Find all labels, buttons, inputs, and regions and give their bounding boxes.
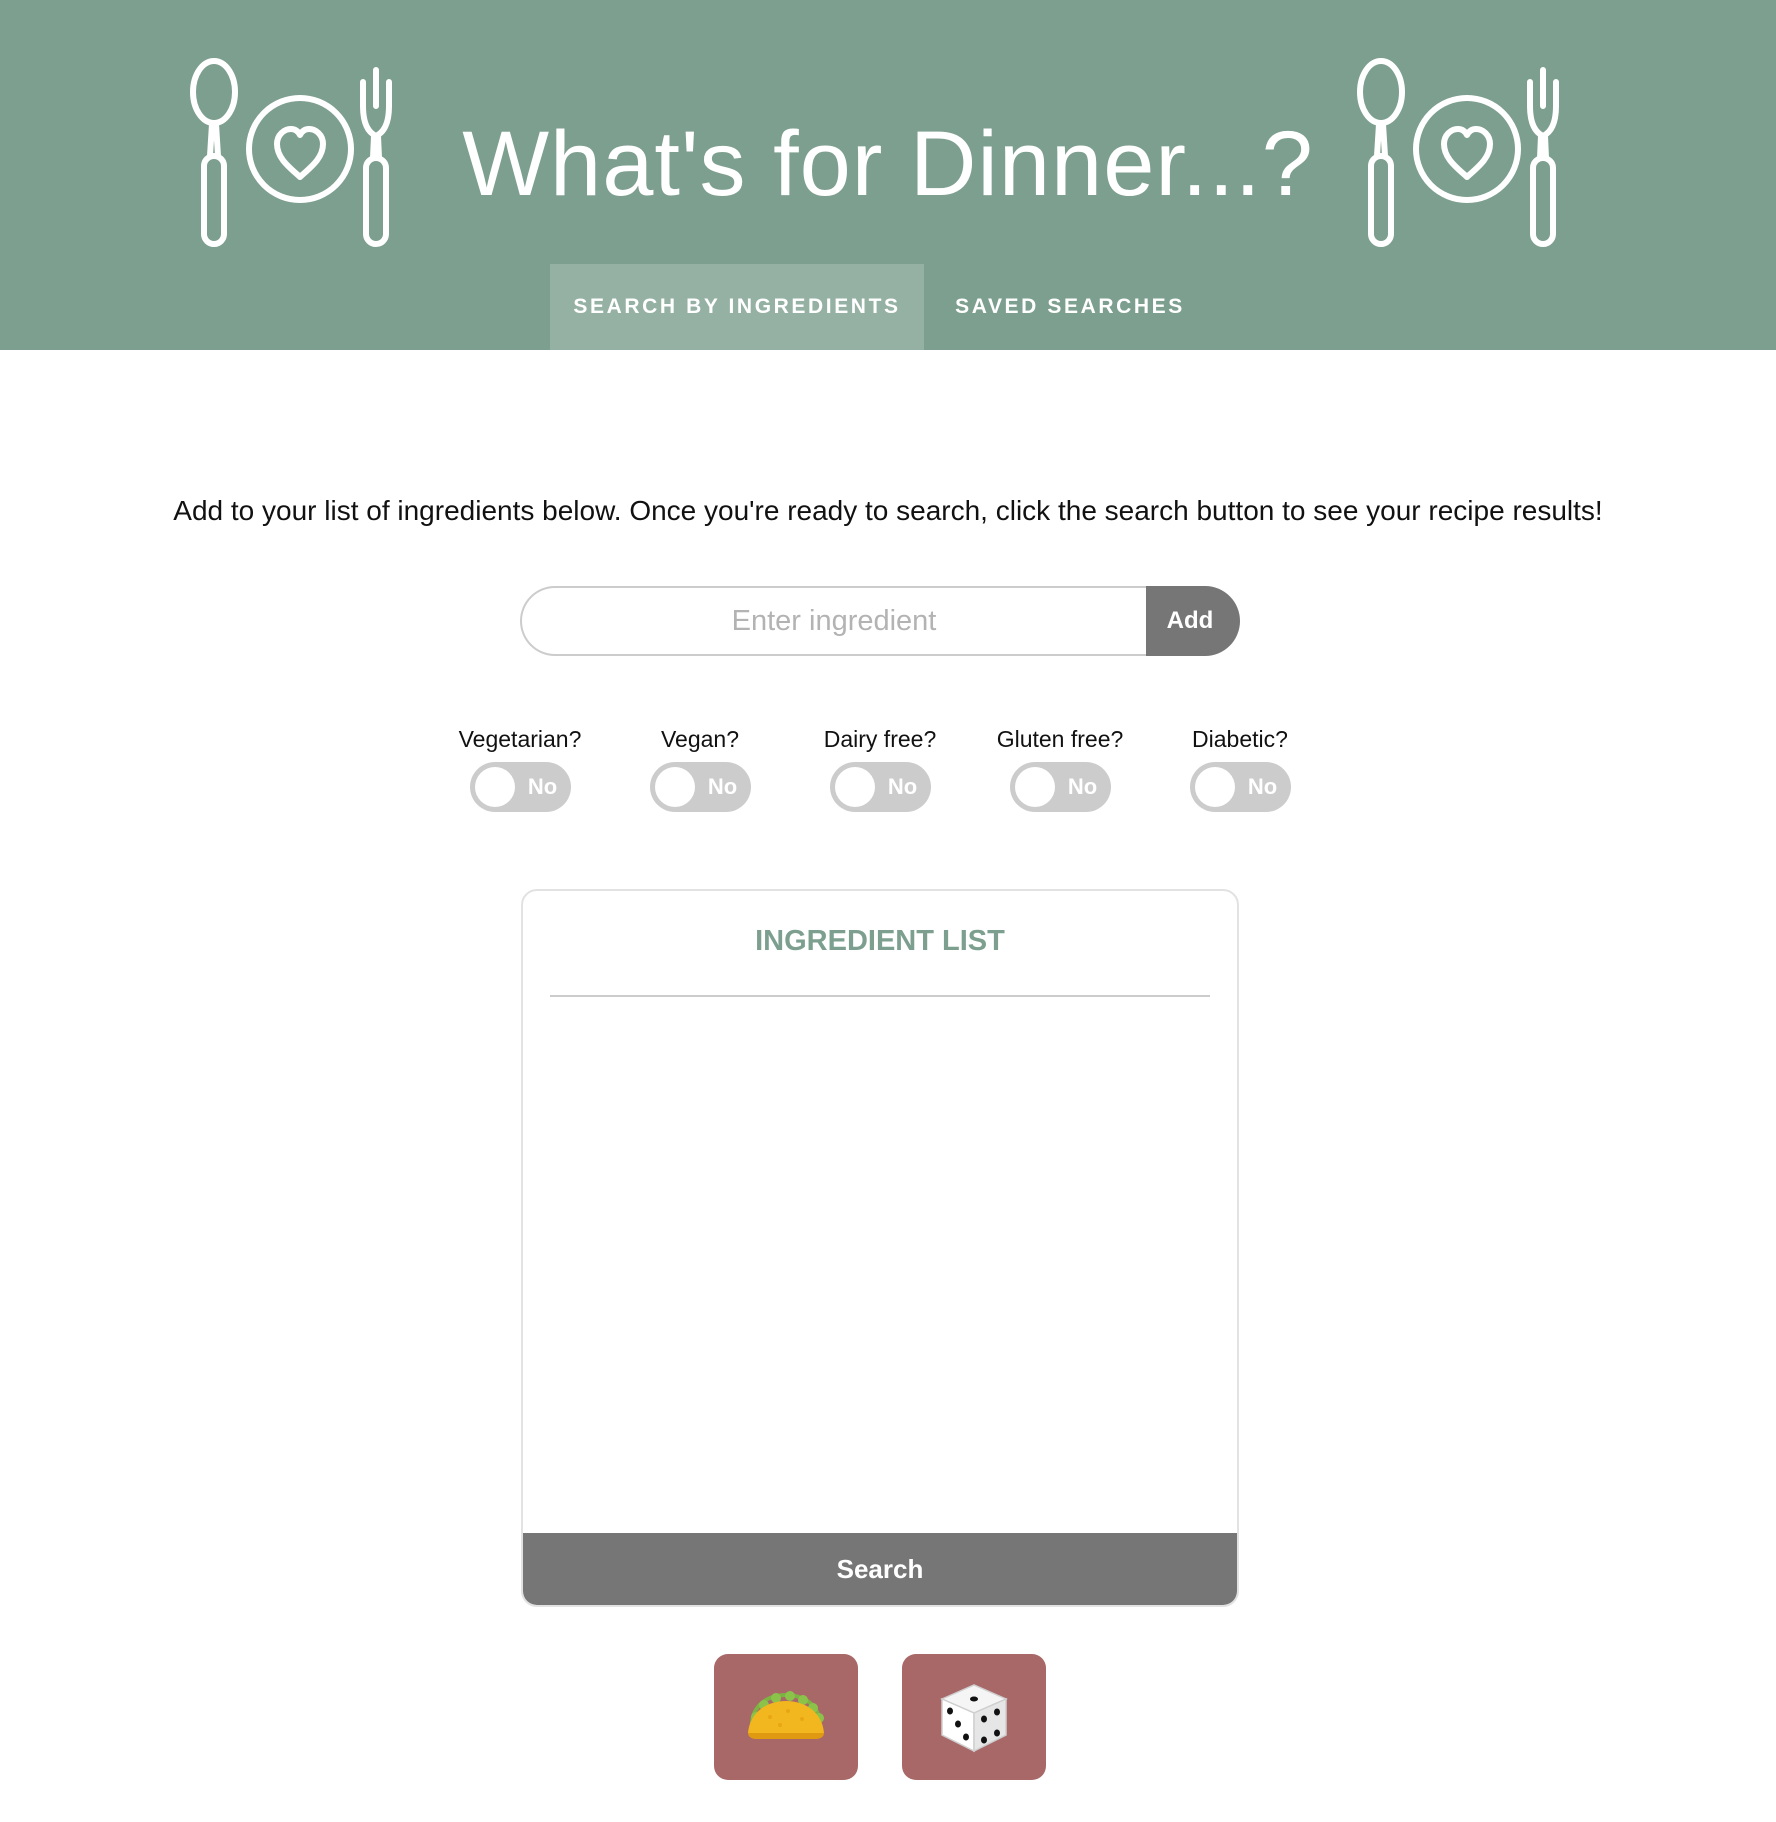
random-recipe-button[interactable] (902, 1654, 1046, 1780)
instructions-text: Add to your list of ingredients below. O… (173, 495, 1603, 526)
tab-search-by-ingredients[interactable]: SEARCH BY INGREDIENTS (550, 264, 924, 350)
toggle-state: No (1067, 774, 1098, 799)
filter-vegetarian: Vegetarian? No (440, 724, 600, 812)
filter-label: Vegan? (660, 726, 740, 752)
filter-gluten-free: Gluten free? No (980, 724, 1140, 812)
toggle-knob (834, 767, 875, 807)
toggle-knob (654, 767, 695, 807)
vegan-toggle[interactable]: No (649, 762, 751, 812)
toggle-state: No (527, 774, 558, 799)
toggle-knob (1194, 767, 1235, 807)
ingredient-list-title: INGREDIENT LIST (755, 925, 1005, 957)
toggle-state: No (707, 774, 738, 799)
tab-saved-searches[interactable]: SAVED SEARCHES (924, 264, 1216, 350)
filter-diabetic: Diabetic? No (1160, 724, 1320, 812)
filter-vegan: Vegan? No (620, 724, 780, 812)
gluten-free-toggle[interactable]: No (1009, 762, 1111, 812)
add-button[interactable]: Add (1146, 586, 1240, 656)
ingredient-list-card: INGREDIENT LIST Search (521, 889, 1239, 1607)
toggle-knob (474, 767, 515, 807)
taco-button[interactable] (714, 1654, 858, 1780)
ingredient-list (550, 1001, 1210, 1421)
spoon-plate-heart-fork-icon (1355, 58, 1567, 248)
main-nav: SEARCH BY INGREDIENTS SAVED SEARCHES (550, 264, 1216, 350)
filter-label: Diabetic? (1192, 726, 1288, 752)
taco-icon (748, 1691, 824, 1739)
divider (550, 995, 1210, 997)
header: What's for Dinner...? SEARCH BY INGREDIE… (0, 0, 1776, 350)
dice-icon (940, 1684, 1008, 1753)
search-button[interactable]: Search (523, 1533, 1237, 1605)
diabetic-toggle[interactable]: No (1189, 762, 1291, 812)
ingredient-input[interactable] (520, 586, 1146, 656)
toggle-state: No (887, 774, 918, 799)
toggle-state: No (1247, 774, 1278, 799)
filter-label: Gluten free? (996, 726, 1124, 752)
filter-dairy-free: Dairy free? No (800, 724, 960, 812)
dairy-free-toggle[interactable]: No (829, 762, 931, 812)
filter-label: Vegetarian? (458, 726, 582, 752)
vegetarian-toggle[interactable]: No (469, 762, 571, 812)
filter-label: Dairy free? (823, 726, 937, 752)
ingredient-form: Add (520, 586, 1240, 656)
toggle-knob (1014, 767, 1055, 807)
